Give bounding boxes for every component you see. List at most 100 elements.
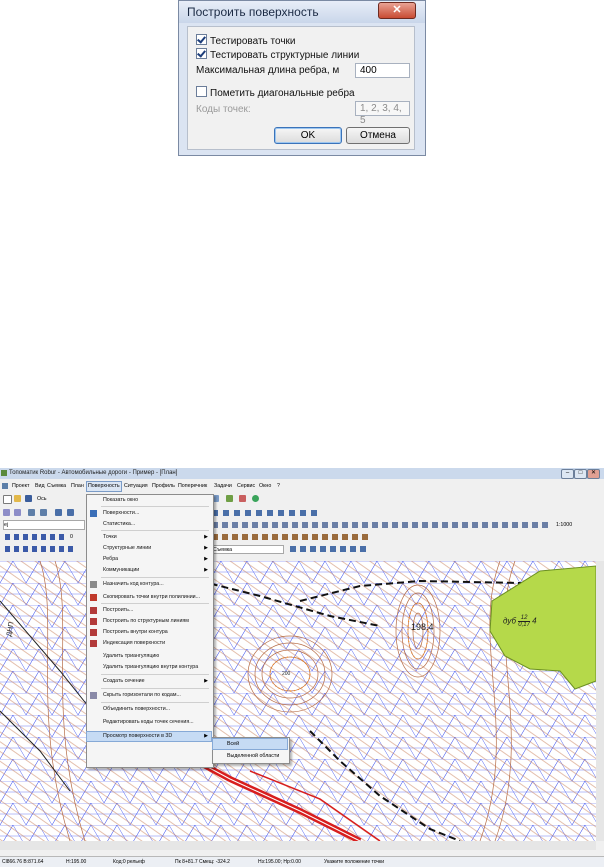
submenu-arrow-icon: ▶ (204, 678, 208, 684)
cancel-button[interactable]: Отмена (346, 127, 410, 144)
new-file-icon[interactable] (3, 495, 12, 504)
copy-points-icon (90, 594, 97, 601)
grid2-icon[interactable] (67, 509, 74, 516)
dialog-title: Построить поверхность (187, 5, 319, 19)
tool-b-icon[interactable] (226, 495, 233, 502)
point-codes-input[interactable]: 1, 2, 3, 4, 5 (355, 101, 410, 126)
doc-icon (2, 483, 8, 489)
menu-item-create-section[interactable]: Создать сечение ▶ (87, 677, 211, 686)
surface-tools-icon[interactable] (212, 510, 322, 516)
mark-diag-checkbox[interactable] (196, 86, 207, 97)
edit-tools-icon[interactable] (212, 534, 372, 540)
tree-den: 0,17 (518, 622, 530, 628)
horizontal-scrollbar[interactable] (0, 841, 596, 850)
menu-item-indexing[interactable]: Индексация поверхности (87, 639, 211, 648)
menu-item-build[interactable]: Построить... (87, 606, 211, 615)
save-icon[interactable] (25, 495, 32, 502)
align-icon[interactable] (3, 509, 10, 516)
menu-item-merge-surfaces[interactable]: Объединить поверхности... (87, 705, 211, 714)
submenu-arrow-icon: ▶ (204, 567, 208, 573)
menu-window[interactable]: Окно (259, 482, 271, 491)
menu-plan[interactable]: План (71, 482, 84, 491)
app-titlebar[interactable]: Топоматик Robur - Автомобильные дороги -… (0, 468, 604, 479)
test-lines-option[interactable]: Тестировать структурные линии (196, 48, 359, 61)
test-lines-checkbox[interactable] (196, 48, 207, 59)
mark-diag-option[interactable]: Пометить диагональные ребра (196, 86, 355, 99)
menu-item-edit-section-codes[interactable]: Редактировать коды точек сечения... (87, 718, 211, 727)
menu-item-hide-contours[interactable]: Скрыть горизонтали по кодам... (87, 691, 211, 700)
points2-icon[interactable] (40, 509, 47, 516)
menu-item-build-lines[interactable]: Построить по структурным линиям (87, 617, 211, 626)
open-folder-icon[interactable] (14, 495, 21, 502)
max-edge-label: Максимальная длина ребра, м (196, 65, 340, 76)
menu-survey[interactable]: Съемка (47, 482, 66, 491)
menu-item-structure-lines[interactable]: Структурные линии ▶ (87, 544, 211, 553)
points-icon[interactable] (28, 509, 35, 516)
number-field[interactable]: 0 (70, 532, 73, 542)
submenu-arrow-icon: ▶ (204, 545, 208, 551)
menu-item-copy-points[interactable]: Скопировать точки внутри полилинии... (87, 593, 211, 602)
tree-suffix: 4 (532, 616, 537, 626)
menu-item-delete-triangulation-contour[interactable]: Удалить триангуляцию внутри контура (87, 663, 211, 672)
globe-icon[interactable] (252, 495, 259, 502)
ok-button[interactable]: OK (274, 127, 342, 144)
maximize-button[interactable]: □ (574, 469, 587, 479)
tool-c-icon[interactable] (239, 495, 246, 502)
submenu-arrow-icon: ▶ (204, 534, 208, 540)
tree-num: 12 (518, 615, 530, 622)
menu-item-statistics[interactable]: Статистика... (87, 520, 211, 529)
survey-field[interactable]: Съемка (212, 545, 284, 554)
scale-field[interactable]: 1:1000 (556, 520, 572, 530)
menu-tasks[interactable]: Задачи (214, 482, 232, 491)
point-codes-label: Коды точек: (196, 104, 251, 115)
menu-situation[interactable]: Ситуация (124, 482, 148, 491)
submenu-arrow-icon: ▶ (204, 733, 208, 739)
close-window-button[interactable]: ✕ (587, 469, 600, 479)
build-contour-icon (90, 629, 97, 636)
build-icon (90, 607, 97, 614)
draw-tools-icon[interactable] (5, 534, 65, 540)
tree-label: дуб 12 0,17 4 (503, 615, 537, 628)
view-3d-submenu: Всей Выделенной области (212, 737, 290, 764)
max-edge-input[interactable]: 400 (355, 63, 410, 78)
menu-item-points[interactable]: Точки ▶ (87, 533, 211, 542)
minimize-button[interactable]: – (561, 469, 574, 479)
dialog-body: Тестировать точки Тестировать структурны… (187, 26, 415, 150)
surface-dropdown-menu: Показать окно Поверхности... Статистика.… (86, 494, 214, 768)
menu-surface[interactable]: Поверхность (86, 481, 122, 492)
menu-cross-section[interactable]: Поперечник (178, 482, 207, 491)
shape-tools-icon[interactable] (5, 546, 75, 552)
grid-icon[interactable] (55, 509, 62, 516)
status-bar: Сl866.76 В:871.64 Н:195.00 Код:0 рельеф … (0, 856, 604, 867)
test-points-checkbox[interactable] (196, 34, 207, 45)
menu-service[interactable]: Сервис (237, 482, 255, 491)
drawing-tools-icon[interactable] (212, 522, 552, 528)
submenu-arrow-icon: ▶ (204, 556, 208, 562)
submenu-item-all[interactable]: Всей (212, 738, 288, 750)
menu-project[interactable]: Проект (12, 482, 29, 491)
menu-item-edges[interactable]: Ребра ▶ (87, 555, 211, 564)
test-points-option[interactable]: Тестировать точки (196, 34, 296, 47)
menu-item-build-contour[interactable]: Построить внутри контура (87, 628, 211, 637)
close-button[interactable]: ✕ (378, 2, 416, 19)
menu-item-view-3d[interactable]: Просмотр поверхности в 3D ▶ (86, 731, 212, 742)
elevation-label-1: 198.4 (411, 622, 434, 632)
align2-icon[interactable] (14, 509, 21, 516)
contour-code-icon (90, 581, 97, 588)
menu-item-delete-triangulation[interactable]: Удалить триангуляцию (87, 652, 211, 661)
build-lines-icon (90, 618, 97, 625)
mark-diag-label: Пометить диагональные ребра (210, 88, 355, 99)
vertical-scrollbar[interactable] (596, 561, 604, 841)
menu-profile[interactable]: Профиль (152, 482, 175, 491)
test-points-label: Тестировать точки (210, 36, 296, 47)
style-field[interactable]: ej (3, 520, 85, 530)
view-tools-icon[interactable] (290, 546, 370, 552)
menu-item-show-window[interactable]: Показать окно (87, 496, 211, 505)
menu-item-surfaces[interactable]: Поверхности... (87, 509, 211, 518)
submenu-item-selected-area[interactable]: Выделенной области (213, 751, 287, 761)
menu-help[interactable]: ? (277, 482, 280, 491)
layer-field[interactable]: Ось (37, 494, 47, 504)
menu-item-contour-code[interactable]: Назначить код контура... (87, 580, 211, 589)
menu-view[interactable]: Вид (35, 482, 45, 491)
menu-item-communications[interactable]: Коммуникации ▶ (87, 566, 211, 575)
